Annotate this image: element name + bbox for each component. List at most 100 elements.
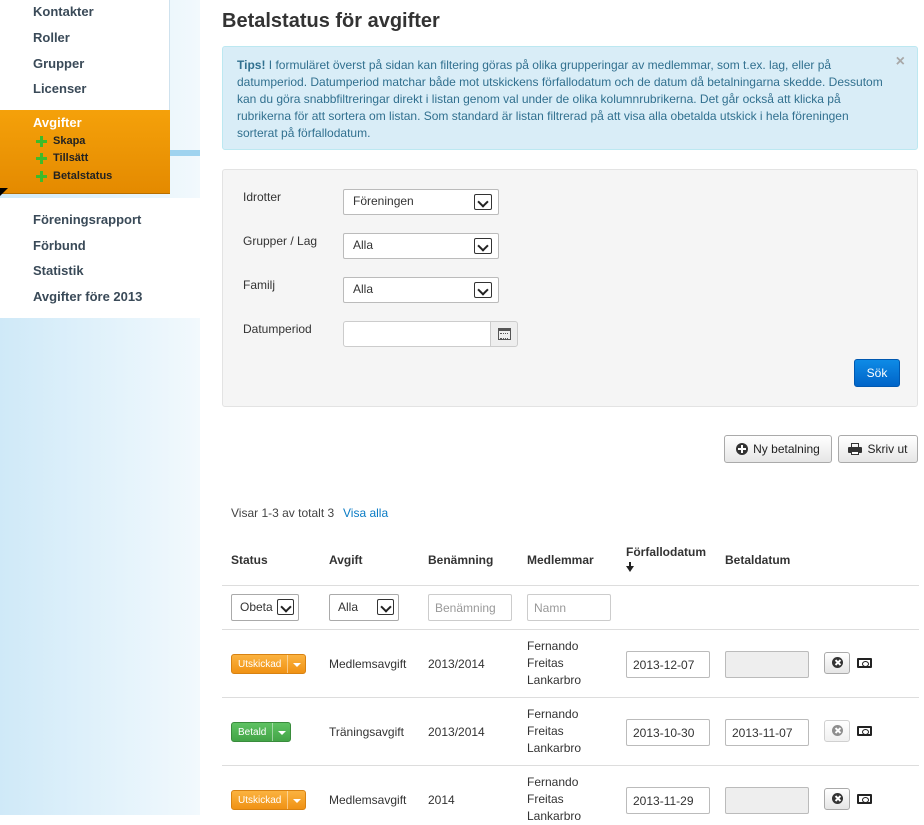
tips-text: I formuläret överst på sidan kan filteri…: [237, 58, 883, 140]
cancel-button[interactable]: [824, 652, 850, 674]
name-cell: 2013/2014: [428, 657, 485, 671]
sidebar-item-roller[interactable]: Roller: [33, 30, 70, 45]
calendar-icon: [498, 328, 511, 340]
member-first-name: Fernando: [527, 707, 579, 721]
cancel-button[interactable]: [824, 720, 850, 742]
divider: [222, 765, 919, 766]
active-indicator-arrow: [0, 188, 8, 196]
filter-family-select[interactable]: Alla: [343, 277, 499, 303]
chevron-down-icon: [474, 194, 492, 210]
status-filter-value: Obeta: [240, 600, 273, 614]
caret-down-icon[interactable]: [272, 723, 290, 741]
chevron-down-icon: [377, 599, 394, 615]
chevron-down-icon: [277, 599, 294, 615]
caret-down-icon[interactable]: [287, 791, 305, 809]
sidebar-subitem-label: Betalstatus: [53, 170, 113, 182]
sidebar-item-grupper[interactable]: Grupper: [33, 56, 84, 71]
paid-date-input[interactable]: [725, 651, 809, 678]
tips-label: Tips!: [237, 58, 266, 72]
cancel-button[interactable]: [824, 788, 850, 810]
new-payment-button[interactable]: Ny betalning: [724, 435, 832, 463]
search-button[interactable]: Sök: [854, 359, 900, 387]
arrow-down-icon: [626, 562, 634, 572]
sidebar-subitem-skapa[interactable]: Skapa: [36, 134, 85, 148]
column-header-name[interactable]: Benämning: [428, 553, 493, 567]
due-date-input[interactable]: 2013-10-30: [626, 719, 710, 746]
filter-family-label: Familj: [243, 278, 275, 292]
status-filter-select[interactable]: Obeta: [231, 594, 299, 621]
status-label: Utskickad: [238, 659, 282, 670]
member-filter-input[interactable]: Namn: [527, 594, 611, 621]
fee-cell: Träningsavgift: [329, 725, 404, 739]
status-dropdown-button[interactable]: Betald: [231, 722, 292, 742]
paid-date-input[interactable]: 2013-11-07: [725, 719, 809, 746]
member-last-name: Freitas: [527, 792, 564, 806]
filter-sports-label: Idrotter: [243, 190, 282, 204]
column-header-status[interactable]: Status: [231, 553, 268, 567]
member-surname: Lankarbro: [527, 673, 582, 687]
sidebar: Kontakter Roller Grupper Licenser Avgift…: [0, 0, 200, 815]
show-all-link[interactable]: Visa alla: [343, 506, 388, 520]
remove-circle-icon: [832, 793, 843, 804]
money-icon[interactable]: [857, 794, 872, 804]
filter-date-label: Datumperiod: [243, 322, 312, 336]
fee-cell: Medlemsavgift: [329, 793, 407, 807]
status-dropdown-button[interactable]: Utskickad: [231, 654, 307, 674]
close-icon[interactable]: ×: [896, 53, 905, 70]
fee-filter-select[interactable]: Alla: [329, 594, 399, 621]
sidebar-item-avgifter[interactable]: Avgifter: [33, 115, 82, 130]
sidebar-subitem-betalstatus[interactable]: Betalstatus: [36, 169, 112, 183]
sidebar-subitem-tillsatt[interactable]: Tillsätt: [36, 151, 88, 165]
sidebar-item-foreningsrapport[interactable]: Föreningsrapport: [33, 212, 141, 227]
column-header-due-label: Förfallodatum: [626, 545, 706, 559]
column-header-fee[interactable]: Avgift: [329, 553, 363, 567]
sidebar-subitem-label: Skapa: [53, 135, 86, 147]
column-header-paid[interactable]: Betaldatum: [725, 553, 790, 567]
divider: [222, 585, 919, 586]
sidebar-item-forbund[interactable]: Förbund: [33, 238, 86, 253]
name-filter-input[interactable]: Benämning: [428, 594, 512, 621]
due-date-input[interactable]: 2013-11-29: [626, 787, 710, 814]
filter-panel: Idrotter Föreningen Grupper / Lag Alla F…: [222, 169, 918, 407]
sidebar-item-kontakter[interactable]: Kontakter: [33, 4, 94, 19]
print-label: Skriv ut: [867, 442, 908, 456]
divider: [222, 697, 919, 698]
sidebar-item-avgifter-fore-2013[interactable]: Avgifter före 2013: [33, 289, 142, 304]
caret-down-icon[interactable]: [287, 655, 305, 673]
print-button[interactable]: Skriv ut: [838, 435, 918, 463]
sidebar-stripe: [170, 150, 200, 156]
printer-icon: [848, 443, 863, 455]
status-label: Utskickad: [238, 795, 282, 806]
filter-groups-select[interactable]: Alla: [343, 233, 499, 259]
column-header-due[interactable]: Förfallodatum: [626, 545, 706, 572]
due-date-input[interactable]: 2013-12-07: [626, 651, 710, 678]
member-first-name: Fernando: [527, 775, 579, 789]
date-period-input[interactable]: [343, 321, 491, 347]
member-surname: Lankarbro: [527, 809, 582, 823]
money-icon[interactable]: [857, 658, 872, 668]
sidebar-subitem-label: Tillsätt: [53, 152, 89, 164]
new-payment-label: Ny betalning: [753, 442, 820, 456]
member-cell: Fernando Freitas Lankarbro: [527, 638, 581, 689]
column-header-members[interactable]: Medlemmar: [527, 553, 594, 567]
plus-icon: [36, 170, 47, 182]
fee-filter-value: Alla: [338, 600, 359, 614]
sidebar-item-statistik[interactable]: Statistik: [33, 263, 84, 278]
member-last-name: Freitas: [527, 656, 564, 670]
remove-circle-icon: [832, 657, 843, 668]
remove-circle-icon: [832, 725, 843, 736]
status-label: Betald: [238, 727, 267, 738]
filter-family-value: Alla: [353, 282, 374, 296]
plus-icon: [36, 135, 47, 147]
result-count: Visar 1-3 av totalt 3: [231, 506, 335, 520]
fee-cell: Medlemsavgift: [329, 657, 407, 671]
member-first-name: Fernando: [527, 639, 579, 653]
filter-sports-select[interactable]: Föreningen: [343, 189, 499, 215]
paid-date-input[interactable]: [725, 787, 809, 814]
member-surname: Lankarbro: [527, 741, 582, 755]
sidebar-item-licenser[interactable]: Licenser: [33, 81, 86, 96]
status-dropdown-button[interactable]: Utskickad: [231, 790, 307, 810]
money-icon[interactable]: [857, 726, 872, 736]
member-cell: Fernando Freitas Lankarbro: [527, 706, 581, 757]
calendar-button[interactable]: [490, 321, 518, 347]
